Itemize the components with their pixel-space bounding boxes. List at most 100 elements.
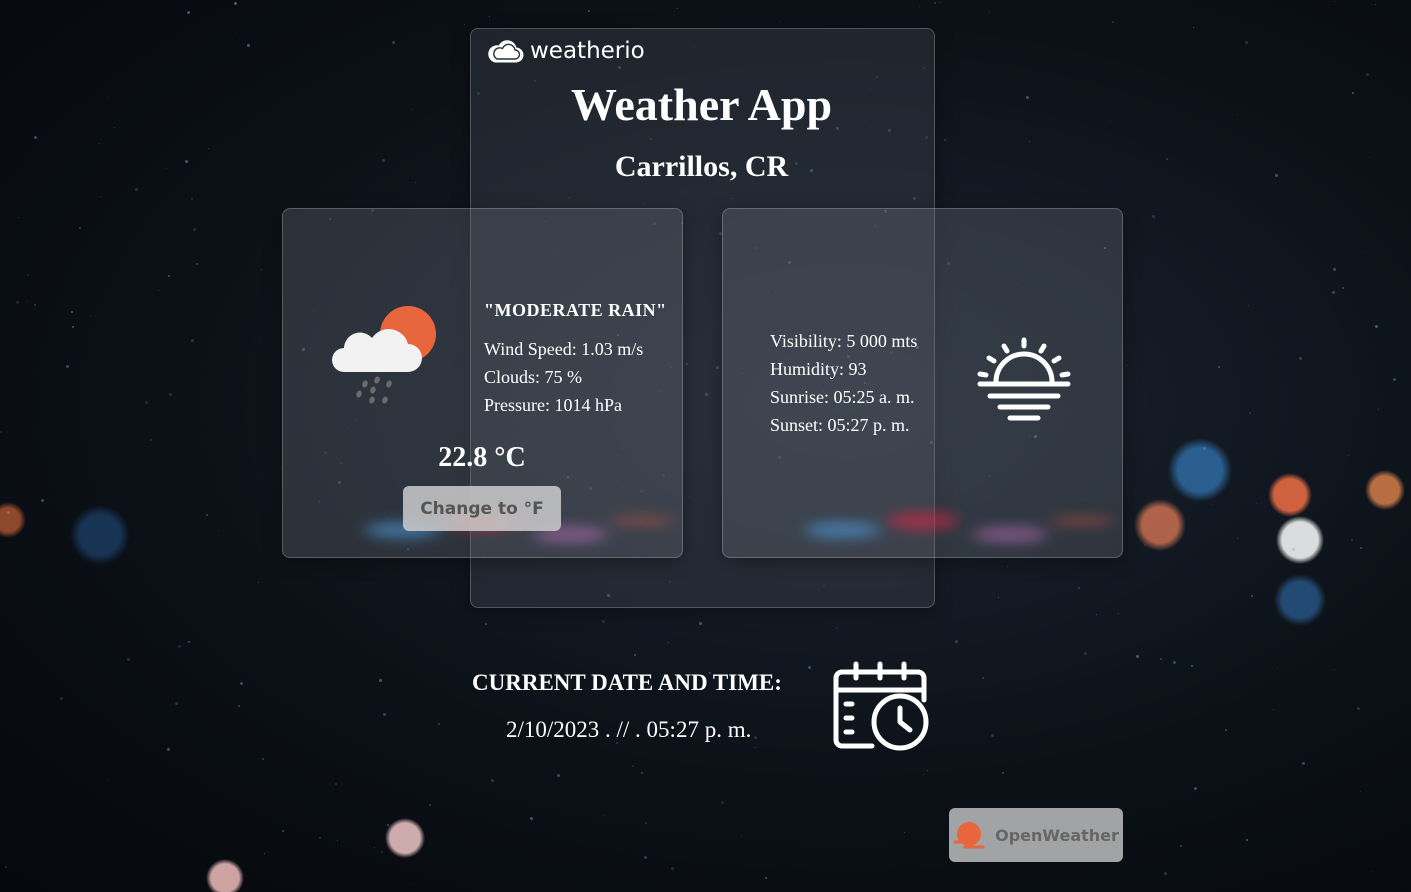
rain-drop	[41, 499, 44, 502]
rain-drop	[1166, 158, 1168, 160]
rain-drop	[79, 227, 81, 229]
page-title: Weather App	[570, 79, 833, 130]
rain-drop	[765, 877, 767, 879]
rain-drop	[1246, 839, 1248, 841]
rain-drop	[191, 198, 193, 200]
rain-drop	[1360, 791, 1361, 792]
rain-drop	[415, 182, 416, 183]
rain-drop	[185, 160, 188, 163]
rain-drop	[641, 772, 643, 774]
rain-drop	[178, 645, 181, 648]
rain-drop	[1375, 325, 1378, 328]
rain-drop	[218, 530, 219, 531]
rain-drop	[1299, 357, 1302, 360]
rain-drop	[196, 263, 198, 265]
rain-drop	[602, 620, 605, 623]
rain-drop	[721, 801, 724, 804]
rain-drop	[1332, 291, 1335, 294]
sunrise: Sunrise: 05:25 a. m.	[770, 387, 915, 407]
rain-drop	[1194, 787, 1197, 790]
rain-drop	[1273, 709, 1274, 710]
rain-drop	[100, 196, 101, 197]
change-unit-button[interactable]: Change to °F	[403, 486, 561, 531]
rain-drop	[1302, 762, 1305, 765]
pressure: Pressure: 1014 hPa	[484, 395, 622, 415]
rain-drop	[645, 822, 647, 824]
rain-drop	[114, 127, 115, 128]
rain-drop	[1136, 655, 1139, 658]
rain-drop	[0, 431, 2, 433]
rain-drop	[927, 770, 928, 771]
rain-drop	[1211, 504, 1212, 505]
openweather-link-button[interactable]: OpenWeather	[949, 808, 1123, 862]
rain-drop	[1029, 141, 1030, 142]
rain-drop	[206, 514, 208, 516]
rain-drop	[208, 148, 209, 149]
rain-drop	[955, 640, 958, 643]
rain-drop	[258, 582, 259, 583]
rain-drop	[238, 705, 240, 707]
rain-drop	[261, 269, 262, 270]
rain-drop	[188, 641, 190, 643]
rain-drop	[1366, 73, 1369, 76]
rain-drop	[337, 840, 338, 841]
rain-drop	[919, 6, 920, 7]
rain-drop	[1026, 96, 1029, 99]
rain-drop	[1251, 595, 1253, 597]
app-logo[interactable]: weatherio	[486, 38, 645, 64]
rain-drop	[381, 851, 383, 853]
rain-drop	[485, 623, 487, 625]
rain-drop	[135, 188, 138, 191]
sunset: Sunset: 05:27 p. m.	[770, 415, 910, 435]
rain-drop	[603, 815, 604, 816]
cloud-icon	[488, 40, 524, 63]
humidity: Humidity: 93	[770, 359, 867, 379]
openweather-logo-icon	[953, 822, 985, 849]
sunrise-icon	[977, 337, 1071, 421]
rain-drop	[998, 597, 999, 598]
rain-drop	[382, 159, 385, 162]
rain-drop	[239, 873, 241, 875]
rain-drop	[108, 780, 109, 781]
clouds: Clouds: 75 %	[484, 367, 583, 387]
rain-drop	[7, 511, 10, 514]
rain-drop	[1144, 544, 1146, 546]
datetime-value: 2/10/2023 . // . 05:27 p. m.	[506, 717, 752, 742]
rain-drop	[754, 747, 755, 748]
rain-drop	[1225, 729, 1227, 731]
rain-drop	[1152, 215, 1155, 218]
wind-speed: Wind Speed: 1.03 m/s	[484, 339, 644, 359]
rain-drop	[335, 783, 337, 785]
rain-drop	[779, 21, 780, 22]
rain-drop	[187, 11, 190, 14]
rain-drop	[247, 44, 250, 47]
rain-drop	[158, 290, 159, 291]
rain-drop	[1360, 547, 1362, 549]
rain-drop	[588, 10, 590, 12]
rain-drop	[264, 853, 265, 854]
rain-drop	[34, 136, 37, 139]
rain-drop	[1393, 378, 1396, 381]
weather-description: "MODERATE RAIN"	[484, 300, 667, 320]
rain-drop	[1369, 157, 1370, 158]
rain-drop	[1342, 287, 1344, 289]
rain-drop	[1218, 366, 1220, 368]
rain-drop	[1333, 268, 1336, 271]
rain-drop	[1007, 566, 1008, 567]
rain-drop	[677, 8, 678, 9]
rain-drop	[234, 2, 237, 5]
rain-drop	[346, 668, 347, 669]
rain-drop	[1164, 872, 1167, 875]
rain-drop	[1193, 27, 1194, 28]
rain-drop	[1160, 658, 1162, 660]
rain-drop	[1248, 305, 1249, 306]
rain-drop	[989, 12, 990, 13]
rain-drop	[991, 734, 994, 737]
rain-drop	[71, 311, 73, 313]
rain-drop	[34, 304, 36, 306]
rain-drop	[1084, 652, 1087, 655]
rain-drop	[282, 830, 284, 832]
rain-drop	[166, 168, 167, 169]
rain-drop	[923, 774, 924, 775]
rain-drop	[1096, 614, 1097, 615]
